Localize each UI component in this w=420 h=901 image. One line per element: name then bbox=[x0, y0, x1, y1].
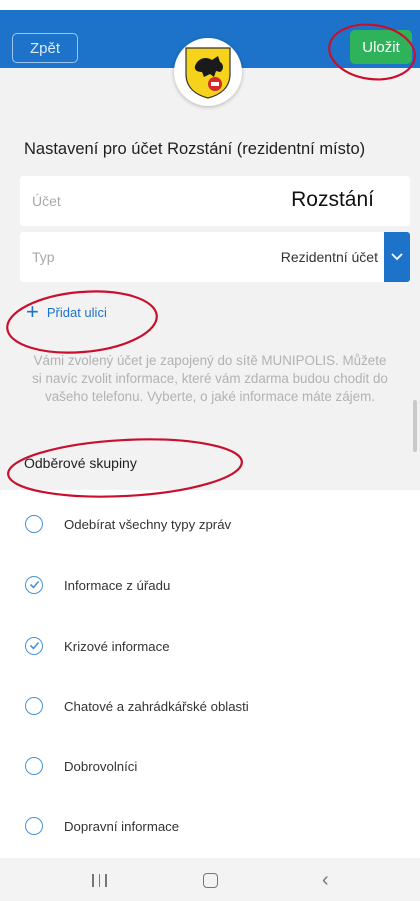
type-select[interactable]: Typ Rezidentní účet bbox=[20, 232, 410, 282]
list-item-label: Dobrovolníci bbox=[64, 758, 138, 774]
radio-icon[interactable] bbox=[25, 697, 43, 715]
coat-of-arms-icon bbox=[174, 38, 242, 106]
check-circle-icon[interactable] bbox=[25, 637, 43, 655]
info-line: si navíc zvolit informace, které vám zda… bbox=[32, 371, 388, 386]
list-item-label: Chatové a zahrádkářské oblasti bbox=[64, 698, 249, 714]
scrollbar[interactable] bbox=[413, 400, 417, 452]
home-icon[interactable] bbox=[203, 873, 218, 888]
add-street-label: Přidat ulici bbox=[46, 304, 107, 320]
list-item-label: Dopravní informace bbox=[64, 818, 180, 834]
chevron-down-icon[interactable] bbox=[384, 232, 410, 282]
list-item[interactable]: Krizové informace bbox=[0, 626, 420, 666]
info-line: vašeho telefonu. Vyberte, o jaké informa… bbox=[45, 389, 375, 404]
back-button[interactable]: Zpět bbox=[12, 33, 78, 63]
radio-icon[interactable] bbox=[25, 515, 43, 533]
type-select-value: Rezidentní účet bbox=[280, 249, 378, 265]
list-item-label: Informace z úřadu bbox=[64, 577, 171, 593]
list-item-label: Krizové informace bbox=[64, 638, 170, 654]
check-circle-icon[interactable] bbox=[25, 576, 43, 594]
list-item[interactable]: Odebírat všechny typy zpráv bbox=[0, 504, 420, 544]
recent-apps-icon[interactable] bbox=[92, 874, 107, 887]
status-bar bbox=[0, 0, 420, 10]
info-text: Vámi zvolený účet je zapojený do sítě MU… bbox=[0, 352, 420, 406]
add-street-button[interactable]: + Přidat ulici bbox=[26, 299, 107, 324]
list-item[interactable]: Informace z úřadu bbox=[0, 565, 420, 605]
list-item-label: Odebírat všechny typy zpráv bbox=[64, 516, 232, 532]
radio-icon[interactable] bbox=[25, 757, 43, 775]
subscription-groups-header: Odběrové skupiny bbox=[24, 455, 137, 471]
list-item[interactable]: Dobrovolníci bbox=[0, 746, 420, 786]
back-icon[interactable]: ‹ bbox=[322, 869, 329, 892]
page-title: Nastavení pro účet Rozstání (rezidentní … bbox=[24, 140, 366, 158]
save-button[interactable]: Uložit bbox=[350, 30, 412, 64]
list-item[interactable]: Dopravní informace bbox=[0, 806, 420, 846]
account-field-value: Rozstání bbox=[291, 188, 374, 211]
account-field-label: Účet bbox=[32, 193, 61, 209]
plus-icon: + bbox=[26, 299, 39, 324]
radio-icon[interactable] bbox=[25, 817, 43, 835]
info-line: Vámi zvolený účet je zapojený do sítě MU… bbox=[33, 353, 387, 368]
type-select-label: Typ bbox=[32, 249, 55, 265]
list-item[interactable]: Chatové a zahrádkářské oblasti bbox=[0, 686, 420, 726]
account-field[interactable]: Účet Rozstání bbox=[20, 176, 410, 226]
